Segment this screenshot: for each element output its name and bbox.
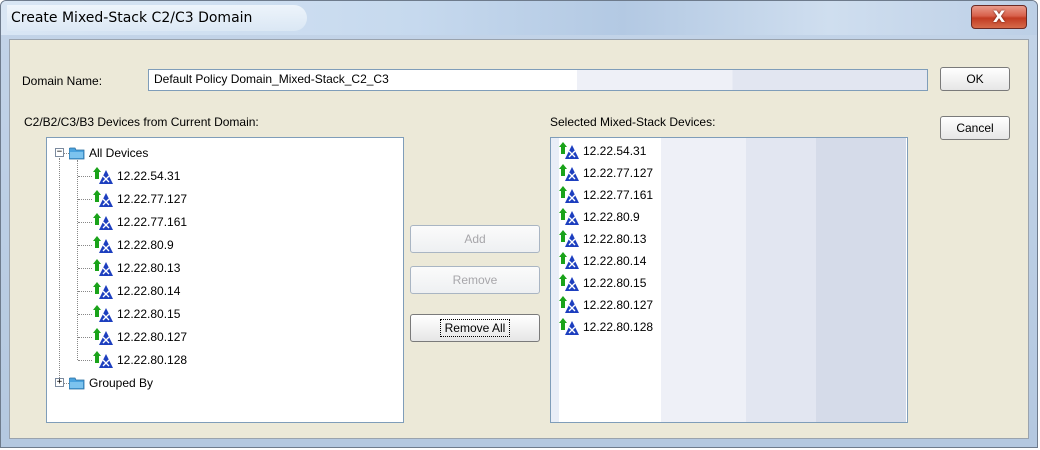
selected-device-item[interactable]: 12.22.80.13	[559, 228, 646, 250]
tree-node-grouped-by-label: Grouped By	[89, 376, 154, 390]
domain-name-label: Domain Name:	[22, 74, 103, 88]
tree-connector	[78, 291, 92, 292]
title-bar[interactable]: Create Mixed-Stack C2/C3 Domain X	[1, 1, 1037, 35]
cancel-button[interactable]: Cancel	[940, 116, 1010, 140]
switch-device-icon	[93, 328, 113, 346]
tree-connector	[78, 268, 92, 269]
close-button[interactable]: X	[971, 5, 1027, 29]
switch-device-icon	[559, 164, 579, 182]
selected-device-item-label: 12.22.77.161	[583, 188, 654, 202]
selected-device-item-label: 12.22.80.15	[583, 276, 647, 290]
available-devices-tree[interactable]: − All Devices 12.22.54.31 12.22.77.127 12.22…	[46, 137, 404, 423]
tree-node-device[interactable]: 12.22.77.127	[93, 188, 187, 210]
selected-device-item[interactable]: 12.22.80.128	[559, 316, 653, 338]
switch-device-icon	[559, 252, 579, 270]
selected-device-item-label: 12.22.77.127	[583, 166, 654, 180]
selected-device-item-label: 12.22.80.127	[583, 298, 654, 312]
switch-device-icon	[559, 208, 579, 226]
remove-all-button[interactable]: Remove All	[410, 314, 540, 342]
tree-connector	[59, 158, 60, 380]
plus-icon[interactable]: +	[55, 378, 64, 387]
tree-node-device-label: 12.22.80.13	[117, 261, 181, 275]
tree-node-device-label: 12.22.80.9	[117, 238, 174, 252]
tree-node-device[interactable]: 12.22.80.127	[93, 326, 187, 348]
switch-device-icon	[93, 213, 113, 231]
tree-node-device[interactable]: 12.22.77.161	[93, 211, 187, 233]
tree-node-device-label: 12.22.77.127	[117, 192, 188, 206]
tree-connector	[78, 360, 92, 361]
minus-icon[interactable]: −	[55, 148, 64, 157]
switch-device-icon	[93, 236, 113, 254]
ok-label: OK	[966, 72, 984, 86]
tree-node-grouped-by[interactable]: Grouped By	[68, 372, 154, 394]
switch-device-icon	[559, 318, 579, 336]
remove-label: Remove	[452, 273, 498, 287]
switch-device-icon	[93, 259, 113, 277]
switch-device-icon	[559, 230, 579, 248]
add-label: Add	[464, 232, 486, 246]
selected-device-item-label: 12.22.80.13	[583, 232, 647, 246]
switch-device-icon	[93, 190, 113, 208]
right-panel-header: Selected Mixed-Stack Devices:	[550, 115, 716, 129]
selected-device-item[interactable]: 12.22.80.14	[559, 250, 646, 272]
tree-node-all-devices[interactable]: All Devices	[68, 142, 149, 164]
tree-node-device-label: 12.22.80.14	[117, 284, 181, 298]
tree-connector	[78, 222, 92, 223]
dialog-body: Domain Name: Default Policy Domain_Mixed…	[9, 39, 1029, 439]
tree-node-device[interactable]: 12.22.80.14	[93, 280, 180, 302]
selected-device-item-label: 12.22.54.31	[583, 144, 647, 158]
remove-button[interactable]: Remove	[410, 266, 540, 294]
close-icon: X	[992, 7, 1006, 26]
tree-node-device-label: 12.22.80.128	[117, 353, 188, 367]
tree-node-device[interactable]: 12.22.80.9	[93, 234, 174, 256]
tree-connector	[78, 199, 92, 200]
tree-connector	[78, 337, 92, 338]
selected-device-item-label: 12.22.80.9	[583, 210, 640, 224]
selected-device-item[interactable]: 12.22.77.161	[559, 184, 653, 206]
switch-device-icon	[559, 142, 579, 160]
tree-node-device[interactable]: 12.22.80.13	[93, 257, 180, 279]
ok-button[interactable]: OK	[940, 67, 1010, 91]
tree-connector	[78, 314, 92, 315]
remove-all-label: Remove All	[439, 319, 511, 337]
cancel-label: Cancel	[956, 121, 994, 135]
tree-node-all-devices-label: All Devices	[89, 146, 149, 160]
dialog-window: Create Mixed-Stack C2/C3 Domain X Domain…	[0, 0, 1038, 448]
selected-device-item[interactable]: 12.22.77.127	[559, 162, 653, 184]
tree-node-device-label: 12.22.77.161	[117, 215, 188, 229]
folder-icon	[68, 147, 85, 160]
add-button[interactable]: Add	[410, 225, 540, 253]
tree-connector	[77, 160, 78, 360]
folder-icon	[68, 377, 85, 390]
selected-device-item-label: 12.22.80.128	[583, 320, 654, 334]
domain-name-input[interactable]: Default Policy Domain_Mixed-Stack_C2_C3	[148, 69, 928, 91]
switch-device-icon	[93, 351, 113, 369]
left-panel-header: C2/B2/C3/B3 Devices from Current Domain:	[24, 115, 259, 129]
window-title: Create Mixed-Stack C2/C3 Domain	[11, 10, 253, 26]
selected-device-item[interactable]: 12.22.80.9	[559, 206, 640, 228]
switch-device-icon	[559, 296, 579, 314]
selected-device-item-label: 12.22.80.14	[583, 254, 647, 268]
switch-device-icon	[93, 167, 113, 185]
switch-device-icon	[559, 186, 579, 204]
tree-node-device[interactable]: 12.22.80.128	[93, 349, 187, 371]
tree-node-device-label: 12.22.54.31	[117, 169, 181, 183]
selected-devices-list[interactable]: 12.22.54.31 12.22.77.127 12.22.77.161 12.22…	[550, 137, 908, 423]
selected-device-item[interactable]: 12.22.80.127	[559, 294, 653, 316]
tree-connector	[78, 245, 92, 246]
tree-node-device-label: 12.22.80.127	[117, 330, 188, 344]
switch-device-icon	[93, 305, 113, 323]
selected-device-item[interactable]: 12.22.54.31	[559, 140, 646, 162]
tree-node-device[interactable]: 12.22.80.15	[93, 303, 180, 325]
tree-connector	[78, 176, 92, 177]
tree-node-device[interactable]: 12.22.54.31	[93, 165, 180, 187]
switch-device-icon	[93, 282, 113, 300]
selected-device-item[interactable]: 12.22.80.15	[559, 272, 646, 294]
tree-node-device-label: 12.22.80.15	[117, 307, 181, 321]
switch-device-icon	[559, 274, 579, 292]
